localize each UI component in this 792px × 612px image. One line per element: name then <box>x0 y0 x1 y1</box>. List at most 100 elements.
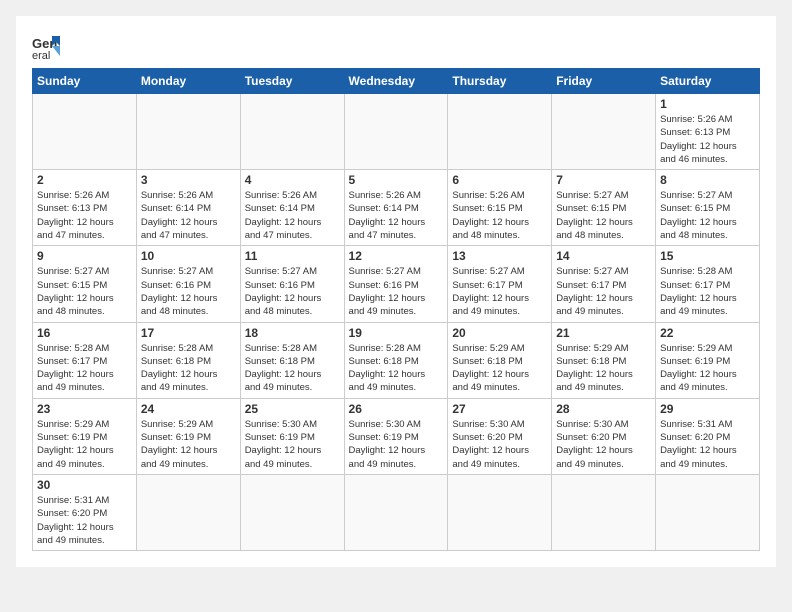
day-info: Sunrise: 5:29 AM Sunset: 6:19 PM Dayligh… <box>141 418 236 471</box>
day-cell: 26 Sunrise: 5:30 AM Sunset: 6:19 PM Dayli… <box>344 398 448 474</box>
day-info: Sunrise: 5:26 AM Sunset: 6:13 PM Dayligh… <box>37 189 132 242</box>
day-cell <box>656 474 760 550</box>
day-number: 15 <box>660 249 755 263</box>
day-info: Sunrise: 5:26 AM Sunset: 6:14 PM Dayligh… <box>141 189 236 242</box>
calendar-table: SundayMondayTuesdayWednesdayThursdayFrid… <box>32 68 760 551</box>
day-cell <box>448 474 552 550</box>
day-info: Sunrise: 5:30 AM Sunset: 6:19 PM Dayligh… <box>349 418 444 471</box>
header-cell-wednesday: Wednesday <box>344 69 448 94</box>
week-row-1: 1 Sunrise: 5:26 AM Sunset: 6:13 PM Daylig… <box>33 94 760 170</box>
logo-icon: Gen eral <box>32 32 60 60</box>
day-number: 4 <box>245 173 340 187</box>
header-cell-monday: Monday <box>136 69 240 94</box>
day-info: Sunrise: 5:31 AM Sunset: 6:20 PM Dayligh… <box>37 494 132 547</box>
day-number: 24 <box>141 402 236 416</box>
day-cell: 2 Sunrise: 5:26 AM Sunset: 6:13 PM Daylig… <box>33 170 137 246</box>
day-info: Sunrise: 5:30 AM Sunset: 6:20 PM Dayligh… <box>556 418 651 471</box>
day-cell: 9 Sunrise: 5:27 AM Sunset: 6:15 PM Daylig… <box>33 246 137 322</box>
day-number: 6 <box>452 173 547 187</box>
day-cell: 12Sunrise: 5:27 AM Sunset: 6:16 PM Dayli… <box>344 246 448 322</box>
day-cell: 28 Sunrise: 5:30 AM Sunset: 6:20 PM Dayli… <box>552 398 656 474</box>
day-cell <box>240 94 344 170</box>
logo: Gen eral <box>32 32 68 60</box>
day-info: Sunrise: 5:27 AM Sunset: 6:15 PM Dayligh… <box>556 189 651 242</box>
day-number: 12 <box>349 249 444 263</box>
day-info: Sunrise: 5:27 AM Sunset: 6:16 PM Dayligh… <box>245 265 340 318</box>
week-row-2: 2 Sunrise: 5:26 AM Sunset: 6:13 PM Daylig… <box>33 170 760 246</box>
day-info: Sunrise: 5:29 AM Sunset: 6:18 PM Dayligh… <box>452 342 547 395</box>
day-number: 19 <box>349 326 444 340</box>
day-number: 2 <box>37 173 132 187</box>
day-number: 27 <box>452 402 547 416</box>
day-info: Sunrise: 5:30 AM Sunset: 6:19 PM Dayligh… <box>245 418 340 471</box>
day-number: 23 <box>37 402 132 416</box>
day-number: 10 <box>141 249 236 263</box>
day-cell: 10 Sunrise: 5:27 AM Sunset: 6:16 PM Dayli… <box>136 246 240 322</box>
header-row: SundayMondayTuesdayWednesdayThursdayFrid… <box>33 69 760 94</box>
day-cell: 5Sunrise: 5:26 AM Sunset: 6:14 PM Daylig… <box>344 170 448 246</box>
day-number: 3 <box>141 173 236 187</box>
header-cell-saturday: Saturday <box>656 69 760 94</box>
day-cell <box>344 94 448 170</box>
header-cell-friday: Friday <box>552 69 656 94</box>
day-cell <box>240 474 344 550</box>
day-cell: 21Sunrise: 5:29 AM Sunset: 6:18 PM Dayli… <box>552 322 656 398</box>
day-info: Sunrise: 5:27 AM Sunset: 6:17 PM Dayligh… <box>452 265 547 318</box>
day-cell: 7 Sunrise: 5:27 AM Sunset: 6:15 PM Daylig… <box>552 170 656 246</box>
day-info: Sunrise: 5:28 AM Sunset: 6:18 PM Dayligh… <box>349 342 444 395</box>
day-number: 5 <box>349 173 444 187</box>
day-info: Sunrise: 5:29 AM Sunset: 6:19 PM Dayligh… <box>660 342 755 395</box>
day-info: Sunrise: 5:28 AM Sunset: 6:18 PM Dayligh… <box>141 342 236 395</box>
day-cell: 4 Sunrise: 5:26 AM Sunset: 6:14 PM Daylig… <box>240 170 344 246</box>
day-number: 9 <box>37 249 132 263</box>
day-cell: 15 Sunrise: 5:28 AM Sunset: 6:17 PM Dayli… <box>656 246 760 322</box>
week-row-6: 30Sunrise: 5:31 AM Sunset: 6:20 PM Dayli… <box>33 474 760 550</box>
week-row-4: 16Sunrise: 5:28 AM Sunset: 6:17 PM Dayli… <box>33 322 760 398</box>
day-cell: 29Sunrise: 5:31 AM Sunset: 6:20 PM Dayli… <box>656 398 760 474</box>
day-number: 28 <box>556 402 651 416</box>
day-info: Sunrise: 5:26 AM Sunset: 6:14 PM Dayligh… <box>245 189 340 242</box>
day-number: 11 <box>245 249 340 263</box>
day-info: Sunrise: 5:26 AM Sunset: 6:15 PM Dayligh… <box>452 189 547 242</box>
day-cell: 30Sunrise: 5:31 AM Sunset: 6:20 PM Dayli… <box>33 474 137 550</box>
day-cell: 17 Sunrise: 5:28 AM Sunset: 6:18 PM Dayli… <box>136 322 240 398</box>
day-number: 21 <box>556 326 651 340</box>
day-number: 18 <box>245 326 340 340</box>
day-number: 1 <box>660 97 755 111</box>
day-info: Sunrise: 5:28 AM Sunset: 6:18 PM Dayligh… <box>245 342 340 395</box>
day-number: 13 <box>452 249 547 263</box>
day-number: 25 <box>245 402 340 416</box>
day-cell <box>552 94 656 170</box>
day-info: Sunrise: 5:27 AM Sunset: 6:15 PM Dayligh… <box>660 189 755 242</box>
day-cell: 18 Sunrise: 5:28 AM Sunset: 6:18 PM Dayli… <box>240 322 344 398</box>
day-number: 22 <box>660 326 755 340</box>
day-number: 26 <box>349 402 444 416</box>
header-cell-thursday: Thursday <box>448 69 552 94</box>
day-cell <box>136 474 240 550</box>
header: Gen eral <box>32 32 760 60</box>
header-cell-sunday: Sunday <box>33 69 137 94</box>
day-number: 7 <box>556 173 651 187</box>
day-cell: 3 Sunrise: 5:26 AM Sunset: 6:14 PM Daylig… <box>136 170 240 246</box>
day-number: 17 <box>141 326 236 340</box>
svg-text:eral: eral <box>32 50 50 60</box>
day-cell: 1 Sunrise: 5:26 AM Sunset: 6:13 PM Daylig… <box>656 94 760 170</box>
day-info: Sunrise: 5:29 AM Sunset: 6:19 PM Dayligh… <box>37 418 132 471</box>
day-cell <box>136 94 240 170</box>
day-cell: 27Sunrise: 5:30 AM Sunset: 6:20 PM Dayli… <box>448 398 552 474</box>
day-cell: 14 Sunrise: 5:27 AM Sunset: 6:17 PM Dayli… <box>552 246 656 322</box>
day-info: Sunrise: 5:27 AM Sunset: 6:17 PM Dayligh… <box>556 265 651 318</box>
day-info: Sunrise: 5:26 AM Sunset: 6:13 PM Dayligh… <box>660 113 755 166</box>
day-cell: 25 Sunrise: 5:30 AM Sunset: 6:19 PM Dayli… <box>240 398 344 474</box>
day-info: Sunrise: 5:31 AM Sunset: 6:20 PM Dayligh… <box>660 418 755 471</box>
day-number: 16 <box>37 326 132 340</box>
day-number: 14 <box>556 249 651 263</box>
calendar-body: 1 Sunrise: 5:26 AM Sunset: 6:13 PM Daylig… <box>33 94 760 551</box>
day-info: Sunrise: 5:27 AM Sunset: 6:16 PM Dayligh… <box>141 265 236 318</box>
day-cell: 22 Sunrise: 5:29 AM Sunset: 6:19 PM Dayli… <box>656 322 760 398</box>
day-number: 8 <box>660 173 755 187</box>
day-cell: 11 Sunrise: 5:27 AM Sunset: 6:16 PM Dayli… <box>240 246 344 322</box>
day-info: Sunrise: 5:28 AM Sunset: 6:17 PM Dayligh… <box>660 265 755 318</box>
day-info: Sunrise: 5:27 AM Sunset: 6:15 PM Dayligh… <box>37 265 132 318</box>
day-cell: 8 Sunrise: 5:27 AM Sunset: 6:15 PM Daylig… <box>656 170 760 246</box>
